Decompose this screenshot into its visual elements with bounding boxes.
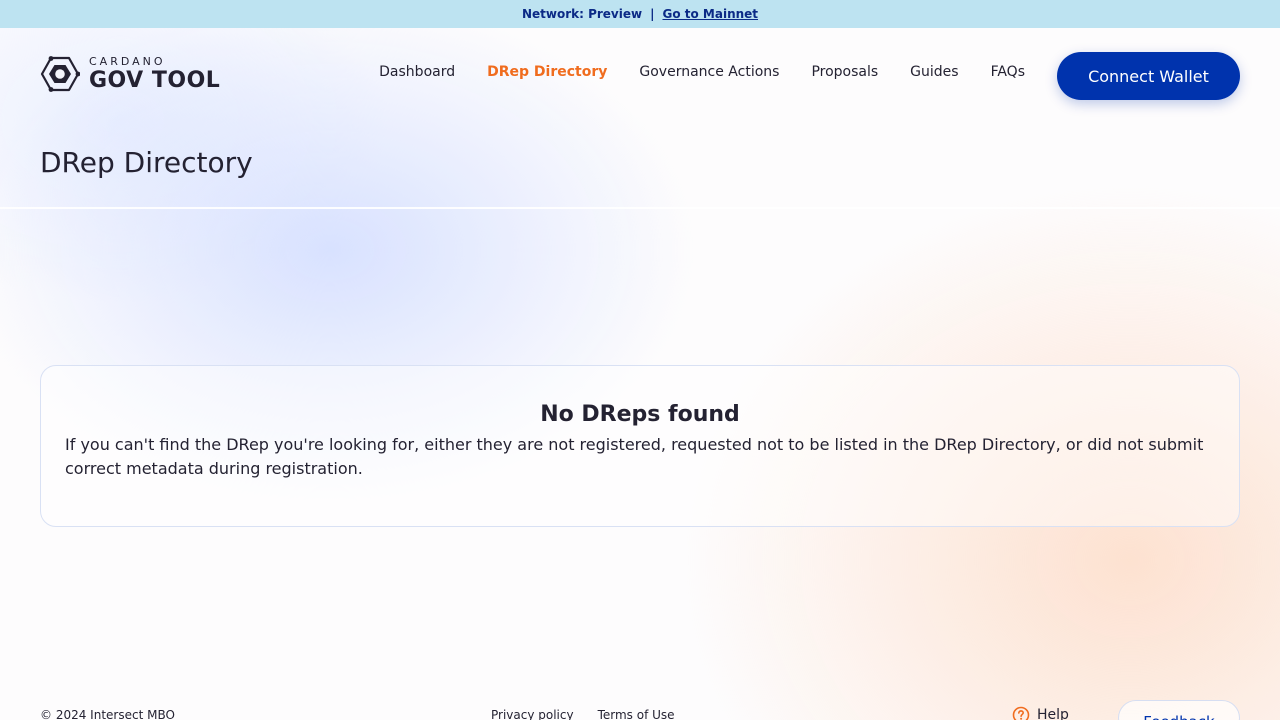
footer-links: Privacy policy Terms of Use: [491, 708, 699, 720]
header-divider: [0, 207, 1280, 209]
privacy-policy-link[interactable]: Privacy policy: [491, 708, 574, 720]
help-button[interactable]: Help: [1012, 706, 1069, 720]
logo-big-text: GOV TOOL: [89, 68, 221, 93]
network-label: Network: Preview: [521, 7, 643, 21]
site-footer: © 2024 Intersect MBO Privacy policy Term…: [0, 700, 1280, 720]
empty-state-card: No DReps found If you can't find the DRe…: [40, 365, 1240, 527]
nav-governance-actions[interactable]: Governance Actions: [639, 64, 779, 80]
logo-small-text: CARDANO: [89, 55, 166, 68]
site-header: CARDANO GOV TOOL Dashboard DRep Director…: [0, 28, 1280, 124]
feedback-button[interactable]: Feedback: [1118, 700, 1240, 720]
help-icon: [1012, 706, 1030, 720]
cardano-hexagon-icon: [40, 56, 80, 92]
empty-state-message: If you can't find the DRep you're lookin…: [65, 435, 1204, 478]
nav-dashboard[interactable]: Dashboard: [379, 64, 455, 80]
terms-of-use-link[interactable]: Terms of Use: [598, 708, 675, 720]
go-to-mainnet-link[interactable]: Go to Mainnet: [662, 7, 758, 21]
nav-proposals[interactable]: Proposals: [811, 64, 878, 80]
network-banner: Network: Preview | Go to Mainnet: [0, 0, 1280, 28]
connect-wallet-button[interactable]: Connect Wallet: [1057, 52, 1240, 100]
nav-faqs[interactable]: FAQs: [991, 64, 1025, 80]
page-title: DRep Directory: [40, 146, 253, 179]
help-label: Help: [1037, 707, 1069, 720]
banner-separator: |: [650, 7, 655, 21]
govtool-logo[interactable]: CARDANO GOV TOOL: [40, 56, 220, 92]
empty-state-title: No DReps found: [540, 402, 740, 427]
copyright-text: © 2024 Intersect MBO: [40, 708, 175, 720]
nav-drep-directory[interactable]: DRep Directory: [487, 64, 607, 80]
nav-guides[interactable]: Guides: [910, 64, 958, 80]
main-nav: Dashboard DRep Directory Governance Acti…: [347, 64, 1025, 80]
